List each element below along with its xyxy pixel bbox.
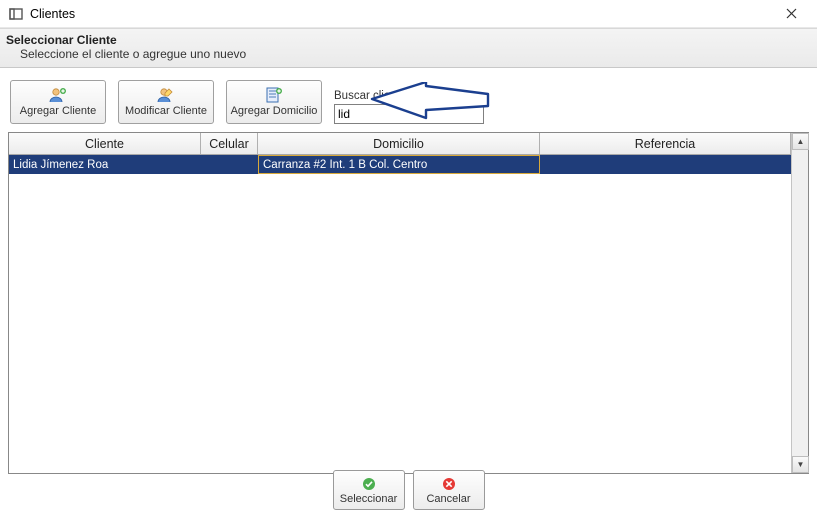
cell-referencia <box>540 155 791 174</box>
prompt-subtext: Seleccione el cliente o agregue uno nuev… <box>6 47 809 61</box>
cell-celular <box>201 155 258 174</box>
cancel-label: Cancelar <box>426 493 470 505</box>
edit-client-button[interactable]: Modificar Cliente <box>118 80 214 124</box>
search-input[interactable] <box>334 104 484 124</box>
add-address-icon <box>265 87 283 103</box>
edit-client-label: Modificar Cliente <box>125 105 207 117</box>
window-close-button[interactable] <box>771 2 811 26</box>
check-icon <box>361 476 377 492</box>
cancel-icon <box>441 476 457 492</box>
select-label: Seleccionar <box>340 493 397 505</box>
add-address-label: Agregar Domicilio <box>231 105 318 117</box>
chevron-up-icon: ▲ <box>797 137 805 146</box>
column-header-referencia[interactable]: Referencia <box>540 133 791 154</box>
edit-user-icon <box>157 87 175 103</box>
close-icon <box>786 6 797 22</box>
app-icon <box>8 6 24 22</box>
add-address-button[interactable]: Agregar Domicilio <box>226 80 322 124</box>
column-header-cliente[interactable]: Cliente <box>9 133 201 154</box>
column-header-celular[interactable]: Celular <box>201 133 258 154</box>
select-button[interactable]: Seleccionar <box>333 470 405 510</box>
prompt-header: Seleccionar Cliente <box>6 33 809 47</box>
cell-domicilio: Carranza #2 Int. 1 B Col. Centro <box>258 155 540 174</box>
search-label: Buscar cliente por <box>334 90 494 102</box>
window-title: Clientes <box>30 7 75 21</box>
chevron-down-icon: ▼ <box>797 460 805 469</box>
table-row[interactable]: Lidia Jímenez Roa Carranza #2 Int. 1 B C… <box>9 155 791 174</box>
vertical-scrollbar[interactable]: ▲ ▼ <box>791 133 808 473</box>
scroll-track[interactable] <box>792 150 808 456</box>
cell-cliente: Lidia Jímenez Roa <box>9 155 201 174</box>
add-client-button[interactable]: Agregar Cliente <box>10 80 106 124</box>
add-user-icon <box>49 87 67 103</box>
scroll-up-button[interactable]: ▲ <box>792 133 809 150</box>
add-client-label: Agregar Cliente <box>20 105 96 117</box>
cancel-button[interactable]: Cancelar <box>413 470 485 510</box>
column-header-domicilio[interactable]: Domicilio <box>258 133 540 154</box>
